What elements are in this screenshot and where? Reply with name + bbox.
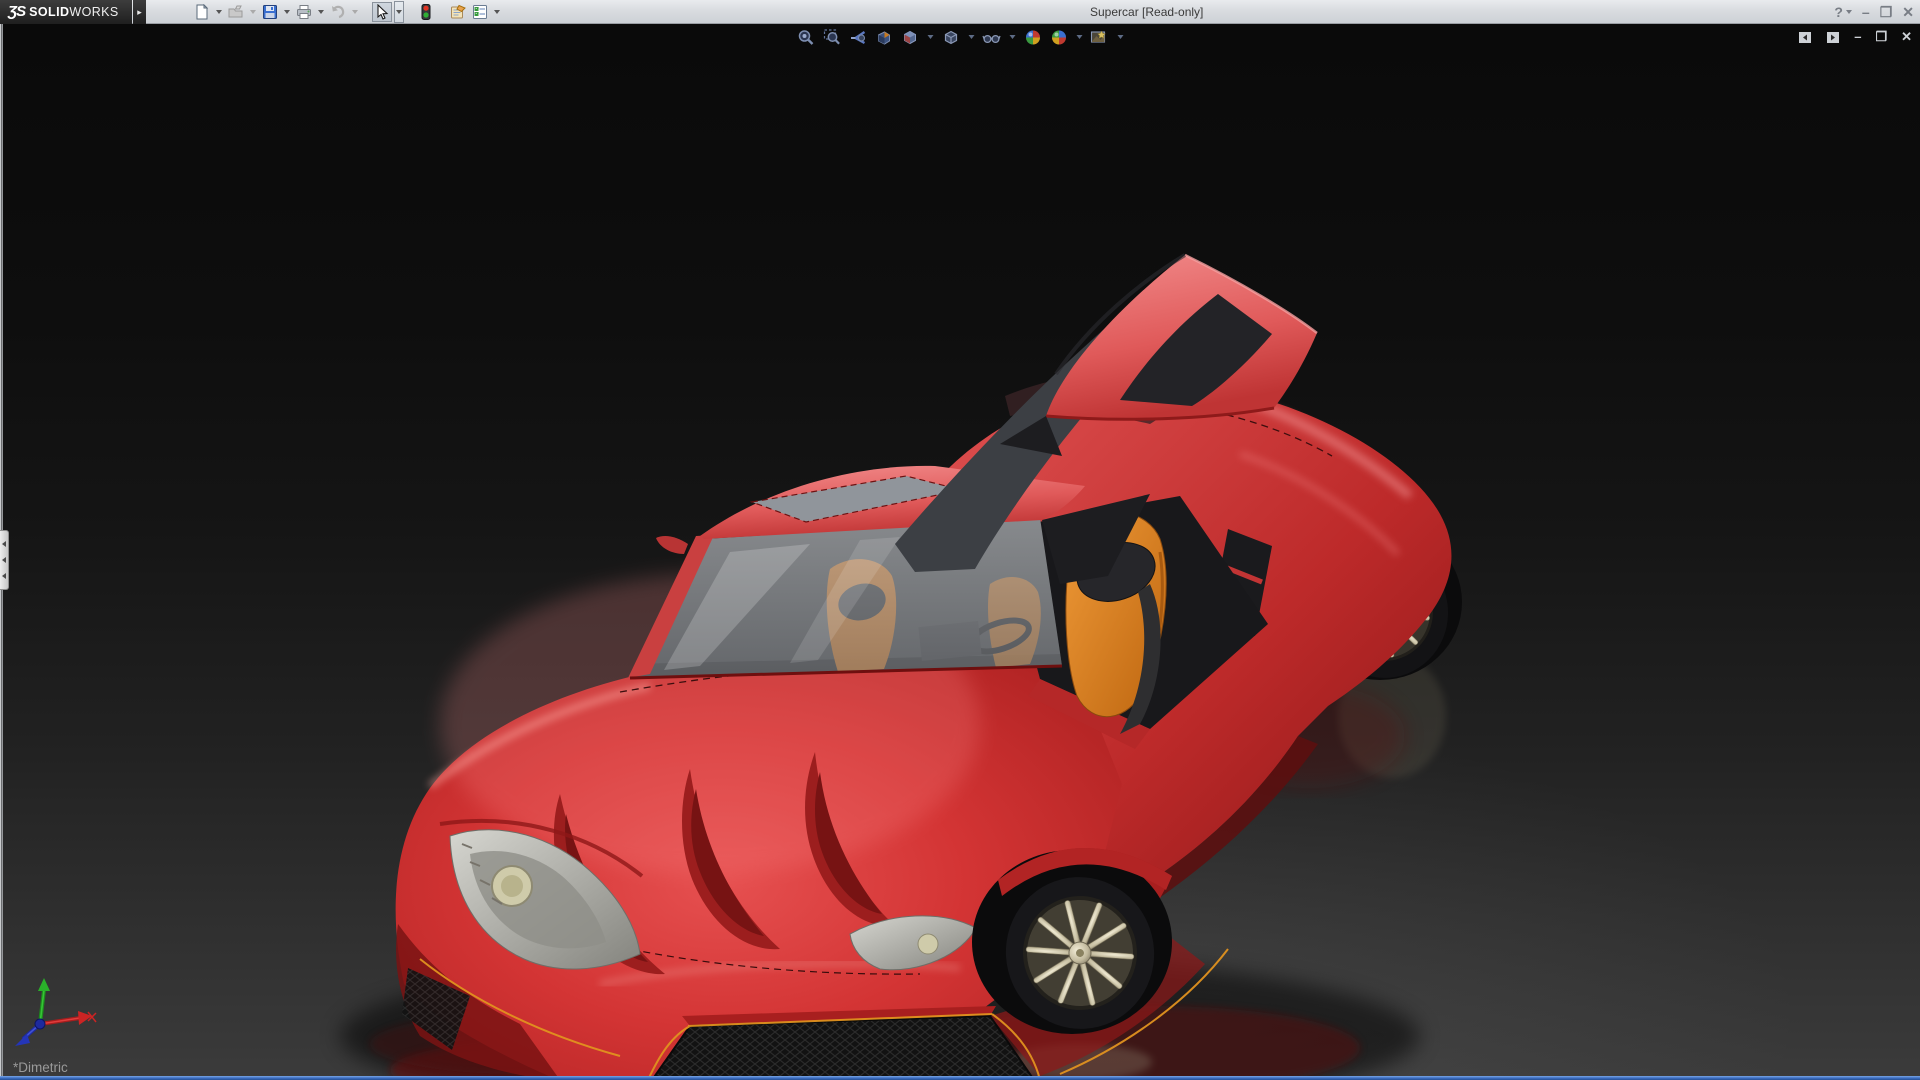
y-axis-arrow: [38, 978, 50, 991]
pane-forward-button[interactable]: [1826, 31, 1840, 44]
save-dropdown[interactable]: [282, 2, 292, 22]
app-minimize-button[interactable]: –: [1862, 0, 1870, 24]
display-style-icon: [944, 30, 957, 44]
doc-minimize-button[interactable]: –: [1854, 27, 1861, 47]
brand-name-bold: SOLID: [29, 4, 70, 19]
section-view-button[interactable]: [874, 27, 894, 47]
appearance-ball-icon: [1025, 30, 1040, 44]
stoplight-button[interactable]: [416, 2, 436, 22]
view-orientation-label: *Dimetric: [13, 1060, 68, 1075]
doc-close-button[interactable]: ✕: [1901, 27, 1912, 47]
scene-ball-icon: [1051, 30, 1066, 44]
apply-scene-dropdown[interactable]: [1075, 35, 1084, 39]
glasses-icon: [982, 34, 1001, 43]
zoom-area-icon: [823, 28, 840, 45]
hide-show-items-button[interactable]: [982, 27, 1002, 47]
car-3d-model[interactable]: [0, 24, 1920, 1080]
view-orientation-icon: [903, 30, 916, 44]
select-dropdown[interactable]: [394, 0, 404, 23]
feature-manager-collapse-tab[interactable]: [0, 530, 9, 590]
document-window-controls: – ❐ ✕: [1798, 27, 1912, 47]
view-settings-icon: [1090, 29, 1106, 43]
options-dropdown[interactable]: [492, 2, 502, 22]
select-cursor-icon: [377, 3, 389, 20]
help-icon: ?: [1834, 4, 1843, 20]
view-settings-dropdown[interactable]: [1116, 35, 1125, 39]
view-orientation-dropdown[interactable]: [926, 35, 935, 39]
help-button[interactable]: ?: [1834, 0, 1852, 24]
undo-button[interactable]: [328, 2, 348, 22]
printer-icon: [297, 4, 311, 19]
headsup-view-toolbar: [796, 27, 1125, 47]
previous-view-icon: [850, 30, 865, 44]
app-restore-button[interactable]: ❐: [1880, 0, 1893, 24]
save-button[interactable]: [260, 2, 280, 22]
hide-show-items-dropdown[interactable]: [1008, 35, 1017, 39]
file-properties-button[interactable]: [448, 2, 468, 22]
display-style-button[interactable]: [941, 27, 961, 47]
title-bar: ƷS SOLIDWORKS ▸ Supercar [Read-only] ? –…: [0, 0, 1920, 24]
open-folder-icon: [228, 5, 243, 17]
view-orientation-button[interactable]: [900, 27, 920, 47]
notepad-icon: [450, 4, 466, 18]
new-file-icon: [196, 3, 209, 19]
doc-restore-button[interactable]: ❐: [1875, 27, 1887, 47]
collapse-arrow-icon: [2, 573, 6, 579]
graphics-viewport[interactable]: – ❐ ✕ *Dimetric: [0, 24, 1920, 1080]
print-dropdown[interactable]: [316, 2, 326, 22]
app-window-controls: ? – ❐ ✕: [1834, 0, 1914, 24]
previous-view-button[interactable]: [848, 27, 868, 47]
new-document-dropdown[interactable]: [214, 2, 224, 22]
menu-flyout-arrow[interactable]: ▸: [133, 0, 146, 24]
print-button[interactable]: [294, 2, 314, 22]
select-button[interactable]: [372, 1, 392, 22]
zoom-to-fit-button[interactable]: [796, 27, 816, 47]
options-checklist-button[interactable]: [470, 2, 490, 22]
edit-appearance-button[interactable]: [1023, 27, 1043, 47]
save-floppy-icon: [263, 4, 277, 19]
section-view-icon: [877, 30, 890, 45]
collapse-arrow-icon: [2, 557, 6, 563]
undo-arrow-icon: [332, 5, 345, 18]
apply-scene-button[interactable]: [1049, 27, 1069, 47]
app-close-button[interactable]: ✕: [1902, 0, 1914, 24]
display-style-dropdown[interactable]: [967, 35, 976, 39]
zoom-fit-icon: [798, 29, 813, 45]
status-strip: [0, 1076, 1920, 1080]
traffic-light-icon: [421, 3, 431, 20]
solidworks-logo: ƷS SOLIDWORKS: [0, 0, 132, 24]
open-dropdown[interactable]: [248, 2, 258, 22]
dassault-3ds-logo-icon: ƷS: [8, 3, 26, 20]
open-button[interactable]: [226, 2, 246, 22]
reference-triad: [15, 978, 97, 1046]
help-dropdown-icon: [1845, 10, 1852, 14]
view-settings-button[interactable]: [1090, 27, 1110, 47]
undo-dropdown[interactable]: [350, 2, 360, 22]
collapse-arrow-icon: [2, 541, 6, 547]
standard-toolbar: [192, 0, 502, 23]
brand-name-light: WORKS: [69, 4, 119, 19]
zoom-to-area-button[interactable]: [822, 27, 842, 47]
pane-back-button[interactable]: [1798, 31, 1812, 44]
document-title: Supercar [Read-only]: [1090, 5, 1204, 19]
new-document-button[interactable]: [192, 2, 212, 22]
checklist-icon: [473, 4, 487, 19]
x-axis-arrow: [78, 1011, 92, 1025]
